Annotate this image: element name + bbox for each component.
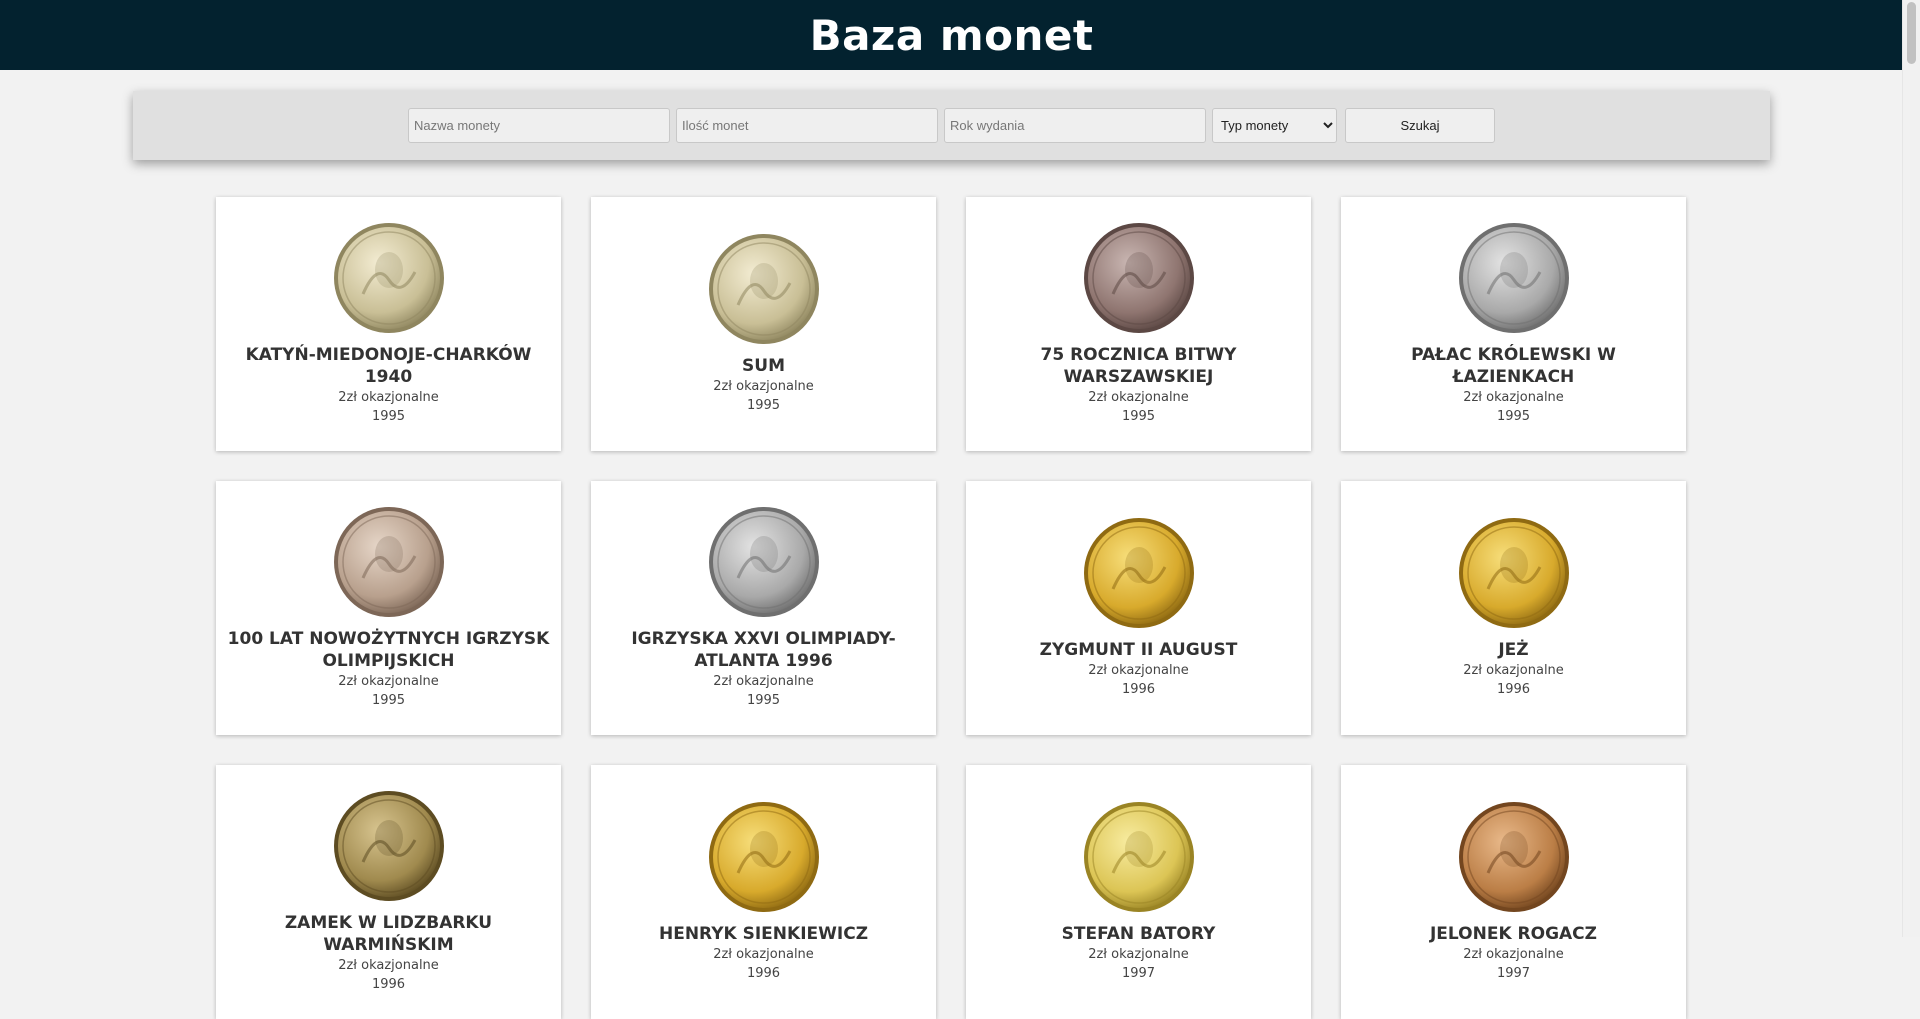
coin-king-icon <box>1083 517 1195 629</box>
vertical-scrollbar[interactable] <box>1902 0 1920 937</box>
coin-type: 2zł okazjonalne <box>338 674 439 689</box>
coin-name: HENRYK SIENKIEWICZ <box>658 924 869 944</box>
coin-name: SUM <box>742 356 785 376</box>
coin-beetle-icon <box>1458 801 1570 913</box>
coin-year: 1995 <box>371 409 406 424</box>
page-header: Baza monet <box>0 0 1903 70</box>
coin-type: 2zł okazjonalne <box>1088 663 1189 678</box>
scrollbar-thumb[interactable] <box>1907 2 1916 64</box>
coin-katyn-icon <box>333 222 445 334</box>
page-title: Baza monet <box>809 10 1094 60</box>
coin-card[interactable]: 75 ROCZNICA BITWY WARSZAWSKIEJ 2zł okazjo… <box>966 197 1311 451</box>
coin-type: 2zł okazjonalne <box>338 958 439 973</box>
coin-year: 1997 <box>1496 966 1531 981</box>
coin-year: 1996 <box>371 977 406 992</box>
coin-name: ZAMEK W LIDZBARKU WARMIŃSKIM <box>284 913 493 955</box>
coin-name: JEŻ <box>1498 640 1529 660</box>
coin-name-input[interactable] <box>408 108 670 143</box>
coin-year: 1995 <box>746 693 781 708</box>
coin-count-input[interactable] <box>676 108 938 143</box>
coin-name: KATYŃ-MIEDONOJE-CHARKÓW 1940 <box>245 345 532 387</box>
coin-type: 2zł okazjonalne <box>1463 947 1564 962</box>
coin-card[interactable]: IGRZYSKA XXVI OLIMPIADY-ATLANTA 1996 2zł … <box>591 481 936 735</box>
coin-type: 2zł okazjonalne <box>1463 390 1564 405</box>
coin-year: 1995 <box>371 693 406 708</box>
coin-type: 2zł okazjonalne <box>338 390 439 405</box>
coin-type: 2zł okazjonalne <box>1088 947 1189 962</box>
coin-year: 1995 <box>1496 409 1531 424</box>
coin-battle-icon <box>1083 222 1195 334</box>
coin-card[interactable]: ZYGMUNT II AUGUST 2zł okazjonalne 1996 <box>966 481 1311 735</box>
coin-writer-icon <box>708 801 820 913</box>
coin-year: 1995 <box>746 398 781 413</box>
coin-type: 2zł okazjonalne <box>713 379 814 394</box>
coin-palace-icon <box>1458 222 1570 334</box>
coin-batory-icon <box>1083 801 1195 913</box>
coin-type: 2zł okazjonalne <box>713 674 814 689</box>
coin-catfish-icon <box>708 233 820 345</box>
coin-year: 1995 <box>1121 409 1156 424</box>
coin-name: JELONEK ROGACZ <box>1429 924 1597 944</box>
coin-card[interactable]: STEFAN BATORY 2zł okazjonalne 1997 <box>966 765 1311 1019</box>
coin-card[interactable]: 100 LAT NOWOŻYTNYCH IGRZYSK OLIMPIJSKICH… <box>216 481 561 735</box>
coin-type-select[interactable]: Typ monety <box>1212 108 1337 143</box>
search-form: Typ monety Szukaj <box>133 91 1770 160</box>
coin-name: 100 LAT NOWOŻYTNYCH IGRZYSK OLIMPIJSKICH <box>227 629 550 671</box>
coin-grid: KATYŃ-MIEDONOJE-CHARKÓW 1940 2zł okazjona… <box>216 197 1686 1019</box>
issue-year-input[interactable] <box>944 108 1206 143</box>
coin-hedgehog-icon <box>1458 517 1570 629</box>
coin-year: 1996 <box>746 966 781 981</box>
coin-name: 75 ROCZNICA BITWY WARSZAWSKIEJ <box>1040 345 1237 387</box>
coin-name: STEFAN BATORY <box>1061 924 1216 944</box>
coin-card[interactable]: JELONEK ROGACZ 2zł okazjonalne 1997 <box>1341 765 1686 1019</box>
coin-card[interactable]: JEŻ 2zł okazjonalne 1996 <box>1341 481 1686 735</box>
coin-name: ZYGMUNT II AUGUST <box>1039 640 1238 660</box>
coin-wrestlers-icon <box>708 506 820 618</box>
coin-type: 2zł okazjonalne <box>1088 390 1189 405</box>
search-button[interactable]: Szukaj <box>1345 108 1495 143</box>
coin-card[interactable]: ZAMEK W LIDZBARKU WARMIŃSKIM 2zł okazjona… <box>216 765 561 1019</box>
coin-name: PAŁAC KRÓLEWSKI W ŁAZIENKACH <box>1411 345 1616 387</box>
coin-card[interactable]: PAŁAC KRÓLEWSKI W ŁAZIENKACH 2zł okazjona… <box>1341 197 1686 451</box>
coin-type: 2zł okazjonalne <box>1463 663 1564 678</box>
coin-year: 1997 <box>1121 966 1156 981</box>
coin-card[interactable]: HENRYK SIENKIEWICZ 2zł okazjonalne 1996 <box>591 765 936 1019</box>
coin-olympics-icon <box>333 506 445 618</box>
coin-castle-icon <box>333 790 445 902</box>
coin-name: IGRZYSKA XXVI OLIMPIADY-ATLANTA 1996 <box>631 629 896 671</box>
coin-type: 2zł okazjonalne <box>713 947 814 962</box>
coin-card[interactable]: SUM 2zł okazjonalne 1995 <box>591 197 936 451</box>
coin-year: 1996 <box>1496 682 1531 697</box>
coin-card[interactable]: KATYŃ-MIEDONOJE-CHARKÓW 1940 2zł okazjona… <box>216 197 561 451</box>
coin-year: 1996 <box>1121 682 1156 697</box>
